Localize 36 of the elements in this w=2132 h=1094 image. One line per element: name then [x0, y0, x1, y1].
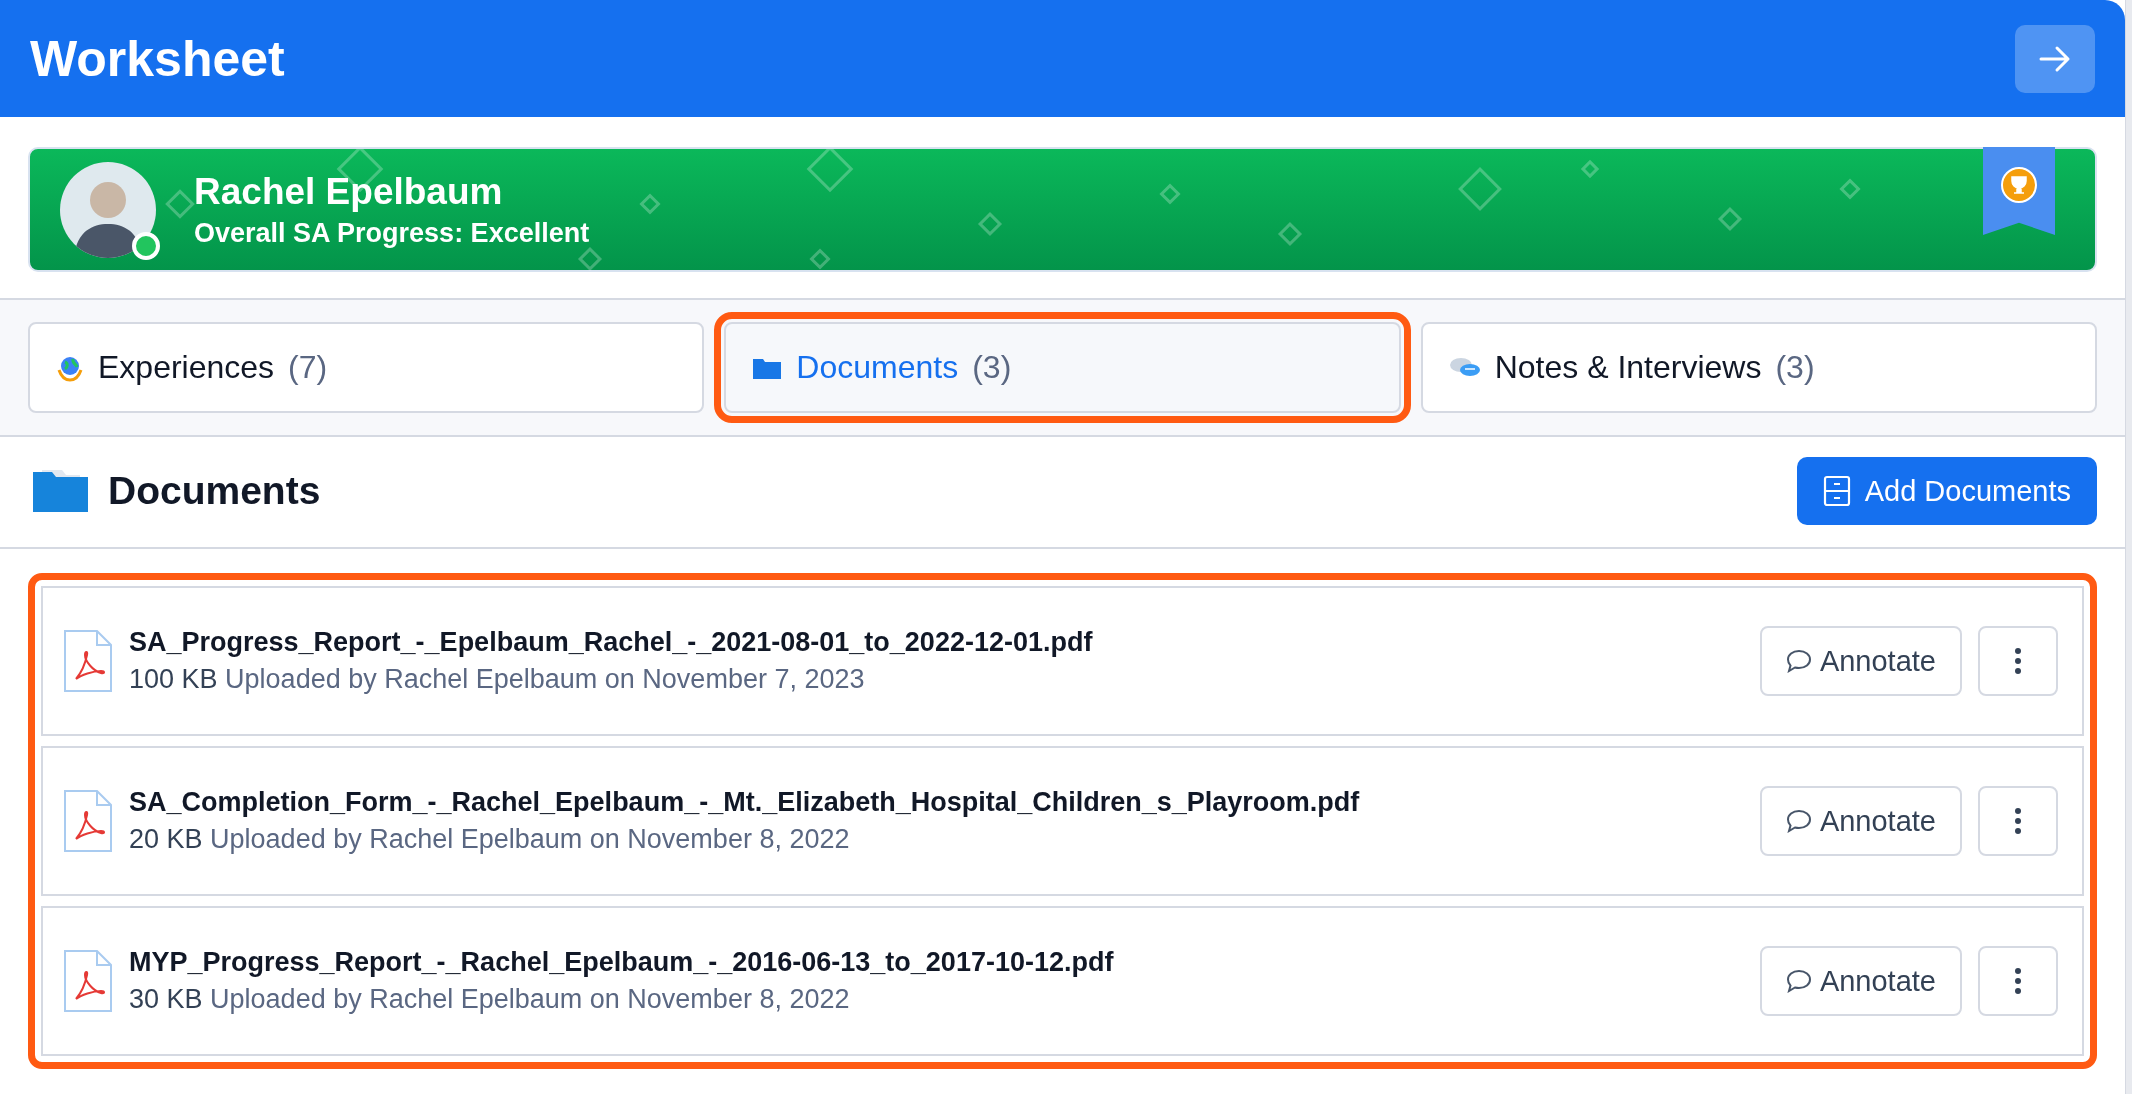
file-name: SA_Progress_Report_-_Epelbaum_Rachel_-_2021-08-01_to_2022-12-01.pdf	[129, 627, 1093, 658]
vertical-dots-icon	[2014, 647, 2022, 675]
add-documents-button[interactable]: Add Documents	[1796, 457, 2097, 525]
file-details: 30 KB Uploaded by Rachel Epelbaum on November 8, 2022	[129, 984, 851, 1015]
speech-bubble-icon	[1785, 969, 1812, 993]
student-name: Rachel Epelbaum	[194, 169, 504, 214]
pdf-file-icon	[63, 789, 113, 853]
window-title: Worksheet	[30, 29, 286, 88]
arrow-right-icon	[2038, 44, 2072, 73]
more-options-button[interactable]	[1978, 626, 2058, 696]
file-details: 100 KB Uploaded by Rachel Epelbaum on November 7, 2023	[129, 664, 866, 695]
tab[interactable]: Experiences (7)	[28, 322, 705, 413]
folder-icon	[32, 468, 90, 514]
file-name: MYP_Progress_Report_-_Rachel_Epelbaum_-_2016-06-13_to_2017-10-12.pdf	[129, 947, 1114, 978]
progress-status: Overall SA Progress: Excellent	[194, 216, 590, 250]
pdf-file-icon	[63, 629, 113, 693]
forward-button[interactable]	[2015, 24, 2095, 93]
document-row[interactable]: SA_Completion_Form_-_Rachel_Epelbaum_-_Mt._Elizabeth_Hospital_Children_s_Playroom.pdf 20 KB Uploaded by Rachel Epelbaum on November 8, 2022 Annotate	[41, 746, 2084, 896]
section-heading: Documents	[108, 469, 321, 513]
drawer-icon	[1822, 475, 1851, 507]
more-options-button[interactable]	[1978, 786, 2058, 856]
speech-bubble-icon	[1785, 649, 1812, 673]
file-details: 20 KB Uploaded by Rachel Epelbaum on November 8, 2022	[129, 824, 851, 855]
annotate-button[interactable]: Annotate	[1759, 946, 1962, 1016]
document-row[interactable]: MYP_Progress_Report_-_Rachel_Epelbaum_-_2016-06-13_to_2017-10-12.pdf 30 KB Uploaded by Rachel Epelbaum on November 8, 2022 Annotate	[41, 906, 2084, 1056]
pdf-file-icon	[63, 949, 113, 1013]
more-options-button[interactable]	[1978, 946, 2058, 1016]
speech-bubble-icon	[1785, 809, 1812, 833]
annotate-button[interactable]: Annotate	[1759, 626, 1962, 696]
vertical-dots-icon	[2014, 807, 2022, 835]
tab[interactable]: Notes & Interviews (3)	[1420, 322, 2097, 413]
file-name: SA_Completion_Form_-_Rachel_Epelbaum_-_Mt._Elizabeth_Hospital_Children_s_Playroom.pdf	[129, 787, 1360, 818]
annotate-button[interactable]: Annotate	[1759, 786, 1962, 856]
trophy-icon	[2001, 167, 2037, 203]
document-row[interactable]: SA_Progress_Report_-_Epelbaum_Rachel_-_2021-08-01_to_2022-12-01.pdf 100 KB Uploaded by Rachel Epelbaum on November 7, 2023 Annotate	[41, 586, 2084, 736]
vertical-dots-icon	[2014, 967, 2022, 995]
